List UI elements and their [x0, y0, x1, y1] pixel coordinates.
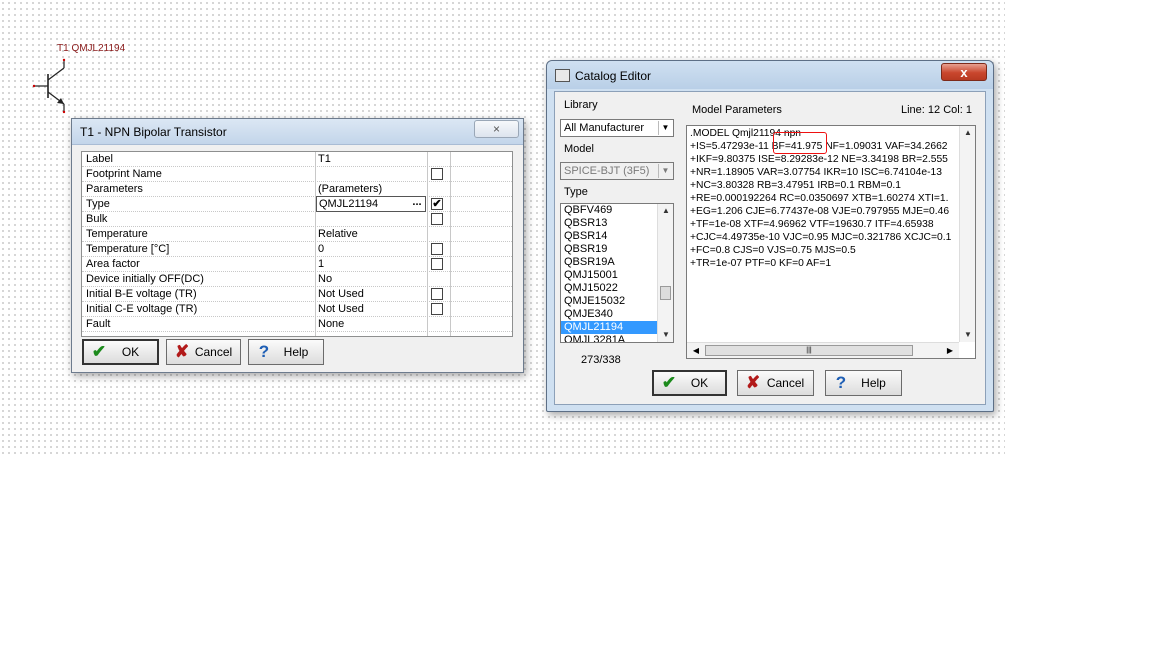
check-icon: ✔: [661, 373, 677, 392]
browse-button[interactable]: ...: [409, 197, 425, 211]
cross-icon: ✘: [174, 342, 190, 361]
property-value[interactable]: T1: [318, 153, 331, 165]
property-name: Temperature [°C]: [86, 243, 170, 255]
property-name: Area factor: [86, 258, 140, 270]
property-row[interactable]: Fault None: [82, 317, 512, 332]
property-value[interactable]: Not Used: [318, 288, 364, 300]
code-line[interactable]: +CJC=4.49735e-10 VJC=0.95 MJC=0.321786 X…: [690, 232, 951, 243]
property-name: Initial B-E voltage (TR): [86, 288, 197, 300]
cancel-button[interactable]: ✘ Cancel: [166, 339, 241, 365]
library-select[interactable]: All Manufacturer ▼: [560, 119, 674, 137]
chevron-down-icon[interactable]: ▼: [658, 121, 672, 135]
close-button[interactable]: x: [941, 63, 987, 81]
property-row[interactable]: Device initially OFF(DC) No: [82, 272, 512, 287]
property-row[interactable]: Temperature [°C] 0: [82, 242, 512, 257]
code-line[interactable]: +NR=1.18905 VAR=3.07754 IKR=10 ISC=6.741…: [690, 167, 942, 178]
editor-hscrollbar[interactable]: ◀ ||| ▶: [687, 342, 959, 358]
property-value[interactable]: Not Used: [318, 303, 364, 315]
model-label: Model: [564, 143, 594, 155]
question-icon: ?: [258, 342, 270, 361]
cross-icon: ✘: [745, 373, 761, 392]
property-name: Parameters: [86, 183, 143, 195]
property-name: Fault: [86, 318, 111, 330]
type-label: Type: [564, 186, 588, 198]
model-parameters-editor[interactable]: .MODEL Qmjl21194 npn +IS=5.47293e-11 BF=4…: [686, 125, 976, 359]
code-line[interactable]: +RE=0.000192264 RC=0.0350697 XTB=1.60274…: [690, 193, 948, 204]
cursor-position: Line: 12 Col: 1: [901, 104, 972, 116]
property-name: Label: [86, 153, 113, 165]
code-line[interactable]: +TF=1e-08 XTF=4.96962 VTF=19630.7 ITF=4.…: [690, 219, 934, 230]
code-line[interactable]: +IKF=9.80375 ISE=8.29283e-12 NE=3.34198 …: [690, 154, 948, 165]
cancel-button[interactable]: ✘ Cancel: [737, 370, 814, 396]
property-value[interactable]: 0: [318, 243, 324, 255]
checkbox[interactable]: [431, 168, 443, 180]
checkbox[interactable]: [431, 288, 443, 300]
checkbox[interactable]: [431, 213, 443, 225]
type-count: 273/338: [581, 354, 621, 366]
code-line[interactable]: +EG=1.206 CJE=6.77437e-08 VJE=0.797955 M…: [690, 206, 949, 217]
editor-vscrollbar[interactable]: ▲ ▼: [959, 126, 975, 342]
property-row[interactable]: Footprint Name: [82, 167, 512, 182]
checkbox[interactable]: [431, 303, 443, 315]
scroll-right-icon[interactable]: ▶: [943, 343, 957, 358]
type-listbox[interactable]: QBFV469 QBSR13 QBSR14 QBSR19 QBSR19A QMJ15001…: [560, 203, 674, 343]
model-select[interactable]: SPICE-BJT (3F5) ▼: [560, 162, 674, 180]
catalog-editor-window: Catalog Editor x Library All Manufacture…: [546, 60, 994, 412]
model-parameters-label: Model Parameters: [692, 104, 782, 116]
property-row[interactable]: Area factor 1: [82, 257, 512, 272]
code-line[interactable]: +NC=3.80328 RB=3.47951 IRB=0.1 RBM=0.1: [690, 180, 901, 191]
property-name: Bulk: [86, 213, 108, 225]
help-button[interactable]: ? Help: [825, 370, 902, 396]
property-row[interactable]: Parameters (Parameters): [82, 182, 512, 197]
property-value[interactable]: 1: [318, 258, 324, 270]
chevron-down-icon[interactable]: ▼: [658, 164, 672, 178]
bf-highlight: [773, 132, 827, 154]
dialog-title: T1 - NPN Bipolar Transistor: [80, 125, 227, 139]
check-icon: ✔: [91, 342, 107, 361]
type-value-field[interactable]: QMJL21194...: [316, 196, 426, 212]
npn-transistor-icon[interactable]: [30, 58, 74, 114]
checkbox[interactable]: [431, 258, 443, 270]
checkbox-checked[interactable]: ✔: [431, 198, 443, 210]
type-list-scrollbar[interactable]: ▲ ▼: [657, 204, 673, 342]
part-label[interactable]: T1 QMJL21194: [57, 43, 125, 54]
help-button[interactable]: ? Help: [248, 339, 324, 365]
window-title: Catalog Editor: [575, 69, 652, 83]
question-icon: ?: [835, 373, 847, 392]
property-grid: Label T1 Footprint Name Parameters (Paramete…: [81, 151, 513, 337]
scroll-down-icon[interactable]: ▼: [960, 328, 975, 342]
property-row[interactable]: Type QMJL21194... ✔: [82, 196, 512, 212]
transistor-dialog: T1 - NPN Bipolar Transistor × Label T1 Foo…: [71, 118, 524, 373]
property-name: Temperature: [86, 228, 148, 240]
property-row[interactable]: Temperature Relative: [82, 227, 512, 242]
code-line[interactable]: +FC=0.8 CJS=0 VJS=0.75 MJS=0.5: [690, 245, 856, 256]
property-name: Type: [86, 198, 110, 210]
property-row[interactable]: Initial B-E voltage (TR) Not Used: [82, 287, 512, 302]
ok-button[interactable]: ✔ OK: [82, 339, 159, 365]
property-value[interactable]: No: [318, 273, 332, 285]
code-line[interactable]: +TR=1e-07 PTF=0 KF=0 AF=1: [690, 258, 831, 269]
property-name: Device initially OFF(DC): [86, 273, 204, 285]
checkbox[interactable]: [431, 243, 443, 255]
property-name: Footprint Name: [86, 168, 162, 180]
property-name: Initial C-E voltage (TR): [86, 303, 198, 315]
scroll-down-icon[interactable]: ▼: [658, 328, 673, 342]
close-button[interactable]: ×: [474, 120, 519, 138]
property-row[interactable]: Initial C-E voltage (TR) Not Used: [82, 302, 512, 317]
scroll-up-icon[interactable]: ▲: [658, 204, 673, 218]
property-value[interactable]: None: [318, 318, 344, 330]
ok-button[interactable]: ✔ OK: [652, 370, 727, 396]
library-label: Library: [564, 99, 598, 111]
property-value[interactable]: (Parameters): [318, 183, 382, 195]
catalog-client-area: Library All Manufacturer ▼ Model SPICE-B…: [554, 91, 986, 405]
title-bar[interactable]: T1 - NPN Bipolar Transistor ×: [72, 119, 523, 145]
property-value[interactable]: Relative: [318, 228, 358, 240]
title-bar[interactable]: Catalog Editor x: [547, 61, 993, 89]
scroll-left-icon[interactable]: ◀: [689, 343, 703, 358]
property-row[interactable]: Label T1: [82, 152, 512, 167]
catalog-app-icon: [555, 69, 570, 82]
property-row[interactable]: Bulk: [82, 212, 512, 227]
scroll-up-icon[interactable]: ▲: [960, 126, 975, 140]
